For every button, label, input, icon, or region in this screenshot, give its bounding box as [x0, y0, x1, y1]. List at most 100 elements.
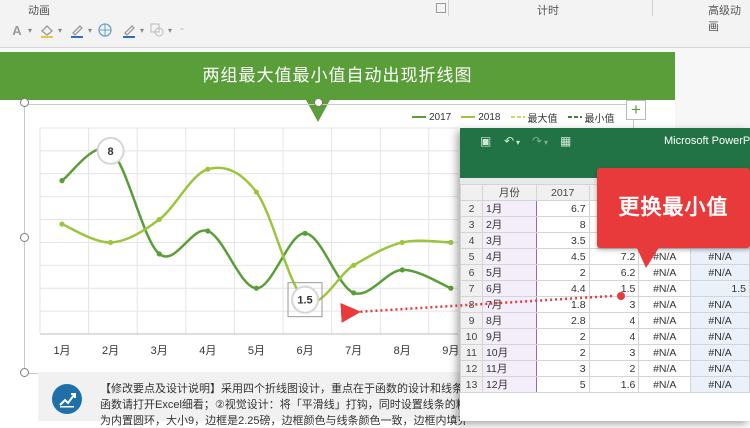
- data-point-2018: [448, 239, 454, 246]
- cell-2017[interactable]: 2.8: [535, 312, 590, 329]
- cell-month[interactable]: 4月: [481, 248, 537, 265]
- data-point-2017: [253, 285, 260, 291]
- cell-2017[interactable]: 2: [535, 264, 590, 281]
- cell-month[interactable]: 8月: [481, 312, 537, 329]
- data-point-2018: [253, 189, 260, 195]
- cell-2017[interactable]: 1.8: [535, 296, 590, 313]
- cell-2018[interactable]: 4: [588, 328, 640, 345]
- cell-2018[interactable]: 6.2: [588, 264, 640, 281]
- x-tick-label: 9月: [442, 345, 459, 357]
- x-tick-label: 7月: [345, 345, 362, 357]
- table-row[interactable]: 5 4月 4.5 7.2 #N/A #N/A: [460, 248, 750, 265]
- cell-max[interactable]: #N/A: [638, 328, 692, 345]
- cell-min[interactable]: #N/A: [690, 312, 750, 329]
- cell-max[interactable]: #N/A: [638, 312, 692, 329]
- table-row[interactable]: 13 12月 5 1.6 #N/A #N/A: [460, 376, 750, 393]
- description-line: 函数请打开Excel细看；②视觉设计：将「平滑线」打钩，同时设置线条的粗细: [100, 399, 465, 411]
- table-row[interactable]: 7 6月 4.4 1.5 #N/A 1.5: [460, 280, 750, 297]
- row-header[interactable]: 4: [460, 232, 483, 249]
- cell-2018[interactable]: 7.2: [588, 248, 640, 265]
- cell-2017[interactable]: 3: [535, 360, 590, 377]
- redo-icon[interactable]: ↷: [532, 134, 542, 148]
- column-header[interactable]: 2017: [535, 184, 590, 201]
- chevron-down-icon[interactable]: ▾: [544, 138, 548, 147]
- cell-max[interactable]: #N/A: [638, 376, 692, 393]
- cell-2018[interactable]: 1.6: [588, 376, 640, 393]
- cell-max[interactable]: #N/A: [638, 360, 692, 377]
- row-header[interactable]: 12: [460, 360, 483, 377]
- cell-max[interactable]: #N/A: [638, 296, 692, 313]
- cell-2018[interactable]: 2: [588, 360, 640, 377]
- callout-text: 更换最小值: [618, 196, 729, 219]
- cell-min[interactable]: #N/A: [690, 248, 750, 265]
- series-line-2018: [61, 166, 451, 304]
- cell-month[interactable]: 12月: [481, 376, 537, 393]
- corner-cell[interactable]: [460, 184, 483, 201]
- row-header[interactable]: 9: [460, 312, 483, 329]
- data-point-2018: [59, 221, 65, 227]
- cell-month[interactable]: 5月: [481, 264, 537, 281]
- cell-2018[interactable]: 3: [588, 344, 640, 361]
- cell-2017[interactable]: 2: [535, 328, 590, 345]
- cell-max[interactable]: #N/A: [638, 280, 692, 297]
- table-row[interactable]: 8 7月 1.8 3 #N/A #N/A: [460, 296, 750, 313]
- cell-month[interactable]: 1月: [481, 200, 537, 217]
- cell-2018[interactable]: 4: [588, 312, 640, 329]
- cell-min[interactable]: #N/A: [690, 360, 750, 377]
- cell-month[interactable]: 9月: [481, 328, 537, 345]
- row-header[interactable]: 13: [460, 376, 483, 393]
- x-tick-label: 1月: [53, 345, 70, 357]
- row-header[interactable]: 7: [460, 280, 483, 297]
- cell-2017[interactable]: 5: [535, 376, 590, 393]
- data-point-2018: [205, 166, 211, 172]
- table-row[interactable]: 9 8月 2.8 4 #N/A #N/A: [460, 312, 750, 329]
- table-row[interactable]: 12 11月 3 2 #N/A #N/A: [460, 360, 750, 377]
- cell-2017[interactable]: 8: [535, 216, 590, 233]
- cell-2017[interactable]: 6.7: [535, 200, 590, 217]
- cell-month[interactable]: 7月: [481, 296, 537, 313]
- column-header[interactable]: 月份: [481, 184, 537, 201]
- cell-month[interactable]: 3月: [481, 232, 537, 249]
- table-icon[interactable]: ▦: [560, 134, 571, 148]
- cell-2017[interactable]: 2: [535, 344, 590, 361]
- row-header[interactable]: 2: [460, 200, 483, 217]
- chart-growth-icon: [52, 384, 82, 414]
- row-header[interactable]: 6: [460, 264, 483, 281]
- cell-max[interactable]: #N/A: [638, 344, 692, 361]
- cell-min[interactable]: #N/A: [690, 376, 750, 393]
- row-header[interactable]: 5: [460, 248, 483, 265]
- table-row[interactable]: 10 9月 2 4 #N/A #N/A: [460, 328, 750, 345]
- cell-2018[interactable]: 1.5: [588, 280, 640, 297]
- cell-month[interactable]: 11月: [481, 360, 537, 377]
- cell-month[interactable]: 6月: [481, 280, 537, 297]
- cell-min[interactable]: #N/A: [690, 264, 750, 281]
- series-line-2017: [61, 147, 452, 295]
- cell-2017[interactable]: 4.5: [535, 248, 590, 265]
- row-header[interactable]: 8: [460, 296, 483, 313]
- data-point-2017: [351, 290, 357, 296]
- row-header[interactable]: 10: [460, 328, 483, 345]
- row-header[interactable]: 3: [460, 216, 483, 233]
- row-header[interactable]: 11: [460, 344, 483, 361]
- x-tick-label: 6月: [296, 345, 313, 357]
- undo-icon[interactable]: ↶: [504, 134, 514, 148]
- data-point-2018: [351, 262, 357, 268]
- excel-window-title: Microsoft PowerPo: [664, 135, 750, 147]
- table-row[interactable]: 6 5月 2 6.2 #N/A #N/A: [460, 264, 750, 281]
- cell-2017[interactable]: 3.5: [535, 232, 590, 249]
- cell-min[interactable]: #N/A: [690, 344, 750, 361]
- chevron-down-icon[interactable]: ▾: [516, 138, 520, 147]
- data-point-2017: [302, 230, 308, 236]
- table-row[interactable]: 11 10月 2 3 #N/A #N/A: [460, 344, 750, 361]
- x-tick-label: 5月: [248, 345, 265, 357]
- cell-month[interactable]: 10月: [481, 344, 537, 361]
- x-tick-label: 2月: [102, 345, 119, 357]
- cell-min[interactable]: #N/A: [690, 328, 750, 345]
- cell-min[interactable]: #N/A: [690, 296, 750, 313]
- save-icon[interactable]: ▣: [480, 134, 491, 148]
- cell-min[interactable]: 1.5: [690, 280, 750, 297]
- cell-month[interactable]: 2月: [481, 216, 537, 233]
- cell-2018[interactable]: 3: [588, 296, 640, 313]
- description-line: 【修改要点及设计说明】采用四个折线图设计，重点在于函数的设计和线条、标: [100, 383, 465, 395]
- cell-2017[interactable]: 4.4: [535, 280, 590, 297]
